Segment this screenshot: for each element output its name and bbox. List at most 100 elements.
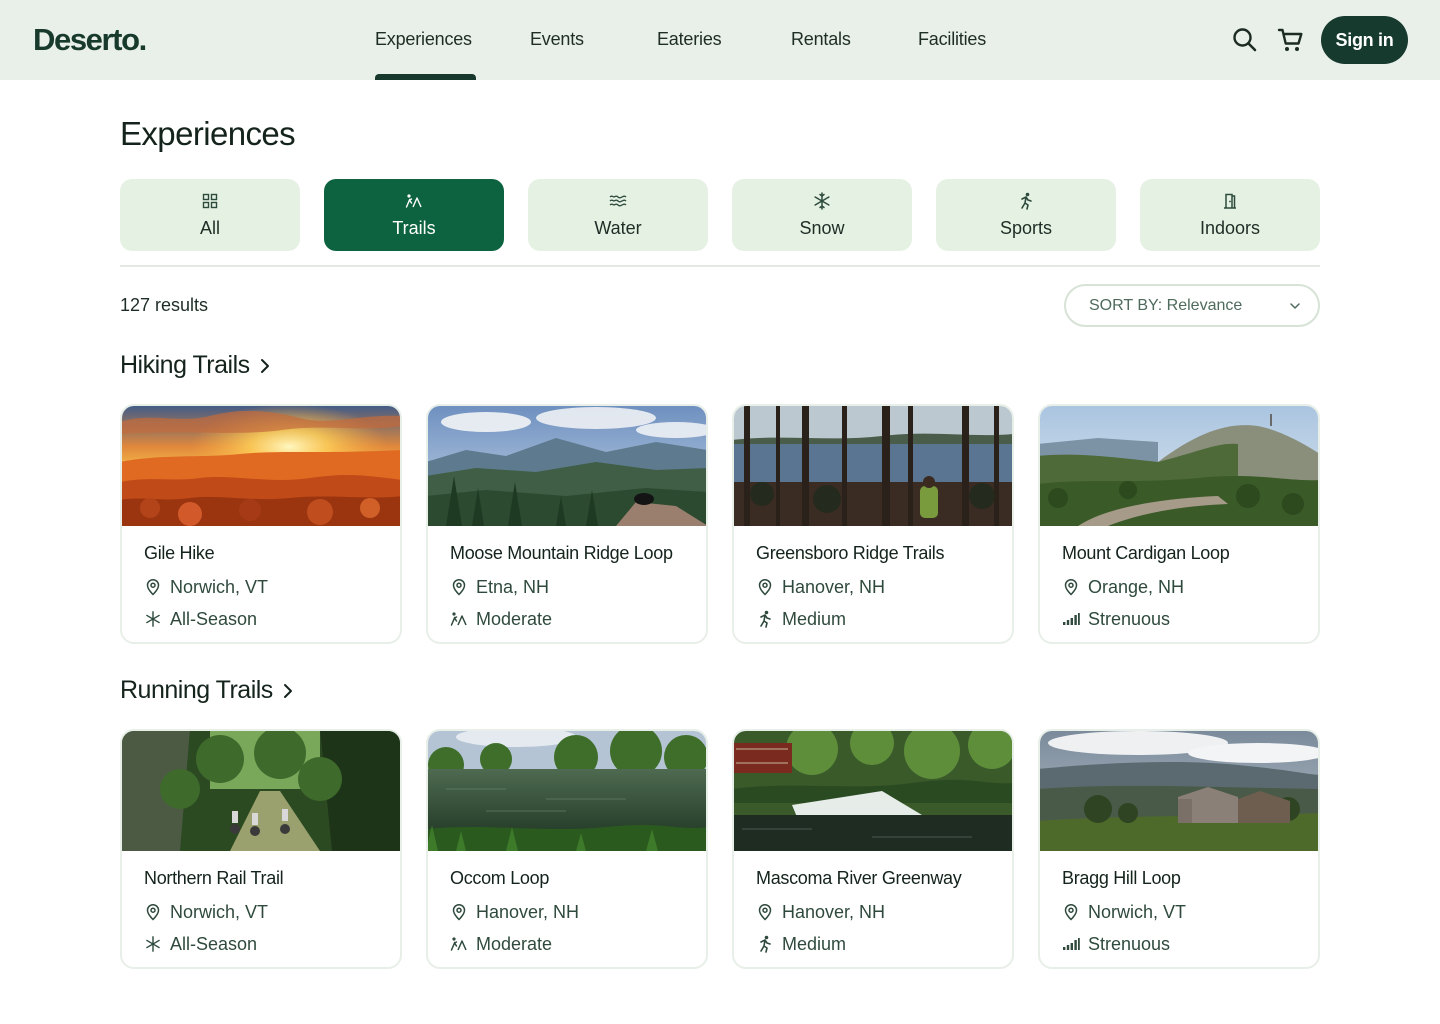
card-tag: Medium (756, 933, 846, 955)
pond-shore-photo (428, 731, 706, 851)
card-location-text: Hanover, NH (782, 901, 886, 922)
card-title: Mount Cardigan Loop (1062, 543, 1230, 563)
category-tab-indoors[interactable]: Indoors (1140, 179, 1320, 251)
category-label: All (199, 218, 220, 238)
card-location-text: Norwich, VT (1088, 901, 1187, 922)
card-location: Norwich, VT (1062, 901, 1186, 923)
barn-valley-photo (1040, 731, 1318, 851)
card-location-text: Orange, NH (1088, 576, 1185, 597)
card-tag: All-Season (144, 933, 257, 955)
chevron-right-icon (282, 677, 294, 706)
grid-icon (200, 192, 220, 210)
experience-card[interactable]: Bragg Hill Loop Norwich, VT Strenuous (1038, 729, 1320, 969)
cart-icon[interactable] (1275, 24, 1307, 56)
experience-card[interactable]: Occom Loop Hanover, NH Moderate (426, 729, 708, 969)
card-location: Hanover, NH (450, 901, 579, 923)
top-nav-bar: Deserto. Experiences Events Eateries Ren… (0, 0, 1440, 80)
card-tag-text: All-Season (170, 608, 258, 629)
card-location: Hanover, NH (756, 576, 885, 598)
card-title: Mascoma River Greenway (756, 868, 962, 888)
category-label: Sports (999, 218, 1053, 238)
category-label: Snow (799, 218, 845, 238)
category-tab-all[interactable]: All (120, 179, 300, 251)
search-icon[interactable] (1229, 24, 1261, 56)
river-dam-photo (734, 731, 1012, 851)
section-title-text: Hiking Trails (120, 351, 250, 379)
card-location-text: Hanover, NH (476, 901, 580, 922)
card-tag: Moderate (450, 608, 552, 630)
category-label: Water (594, 218, 642, 238)
category-tab-trails[interactable]: Trails (324, 179, 504, 251)
card-title: Greensboro Ridge Trails (756, 543, 945, 563)
snowflake-icon (144, 935, 162, 953)
map-pin-icon (756, 903, 774, 921)
card-location-text: Hanover, NH (782, 576, 886, 597)
category-tab-sports[interactable]: Sports (936, 179, 1116, 251)
hiker-icon (404, 192, 424, 210)
signal-bars-icon (1062, 610, 1080, 628)
card-title: Occom Loop (450, 868, 550, 888)
sort-dropdown[interactable]: SORT BY: Relevance (1064, 284, 1320, 327)
map-pin-icon (1062, 903, 1080, 921)
category-label: Indoors (1199, 218, 1261, 238)
forest-cyclists-photo (122, 731, 400, 851)
experience-card[interactable]: Northern Rail Trail Norwich, VT All-Seas… (120, 729, 402, 969)
card-tag-text: Medium (782, 608, 847, 629)
card-location: Orange, NH (1062, 576, 1184, 598)
nav-facilities[interactable]: Facilities (918, 29, 986, 50)
waves-icon (608, 192, 628, 210)
main-nav: Experiences Events Eateries Rentals Faci… (0, 0, 1440, 80)
card-location: Norwich, VT (144, 576, 268, 598)
experience-card[interactable]: Moose Mountain Ridge Loop Etna, NH Moder… (426, 404, 708, 644)
section-title-hiking[interactable]: Hiking Trails (120, 350, 271, 381)
card-title: Northern Rail Trail (144, 868, 284, 888)
nav-rentals[interactable]: Rentals (791, 29, 851, 50)
chevron-right-icon (259, 352, 271, 381)
nav-experiences[interactable]: Experiences (375, 29, 472, 50)
door-icon (1220, 192, 1240, 210)
hiker-icon (450, 610, 468, 628)
card-tag-text: Strenuous (1088, 933, 1171, 954)
section-title-running[interactable]: Running Trails (120, 675, 294, 706)
sign-in-button[interactable]: Sign in (1321, 16, 1408, 64)
card-location-text: Etna, NH (476, 576, 550, 597)
experience-card[interactable]: Mascoma River Greenway Hanover, NH Mediu… (732, 729, 1014, 969)
runner-icon (756, 610, 774, 628)
map-pin-icon (144, 903, 162, 921)
card-location: Etna, NH (450, 576, 549, 598)
section-title-text: Running Trails (120, 676, 273, 704)
mountain-ridge-photo (428, 406, 706, 526)
nav-eateries[interactable]: Eateries (657, 29, 722, 50)
sort-label: SORT BY: Relevance (1089, 297, 1243, 314)
card-location-text: Norwich, VT (170, 576, 269, 597)
card-location: Hanover, NH (756, 901, 885, 923)
card-tag: Medium (756, 608, 846, 630)
category-tab-water[interactable]: Water (528, 179, 708, 251)
experience-card[interactable]: Greensboro Ridge Trails Hanover, NH Medi… (732, 404, 1014, 644)
card-tag-text: Medium (782, 933, 847, 954)
runner-icon (756, 935, 774, 953)
experience-card[interactable]: Gile Hike Norwich, VT All-Season (120, 404, 402, 644)
page-title: Experiences (120, 115, 296, 152)
chevron-down-icon (1288, 299, 1302, 318)
snowflake-icon (812, 192, 832, 210)
experience-card[interactable]: Mount Cardigan Loop Orange, NH Strenuous (1038, 404, 1320, 644)
snowflake-icon (144, 610, 162, 628)
card-tag: Strenuous (1062, 933, 1170, 955)
card-tag-text: Moderate (476, 933, 553, 954)
runner-icon (1016, 192, 1036, 210)
nav-events[interactable]: Events (530, 29, 584, 50)
card-tag-text: All-Season (170, 933, 258, 954)
card-tag-text: Moderate (476, 608, 553, 629)
card-title: Gile Hike (144, 543, 215, 563)
card-tag-text: Strenuous (1088, 608, 1171, 629)
active-nav-indicator (375, 74, 476, 80)
map-pin-icon (756, 578, 774, 596)
card-tag: All-Season (144, 608, 257, 630)
map-pin-icon (450, 903, 468, 921)
summit-path-photo (1040, 406, 1318, 526)
hiker-icon (450, 935, 468, 953)
category-tab-snow[interactable]: Snow (732, 179, 912, 251)
card-tag: Moderate (450, 933, 552, 955)
card-title: Bragg Hill Loop (1062, 868, 1181, 888)
